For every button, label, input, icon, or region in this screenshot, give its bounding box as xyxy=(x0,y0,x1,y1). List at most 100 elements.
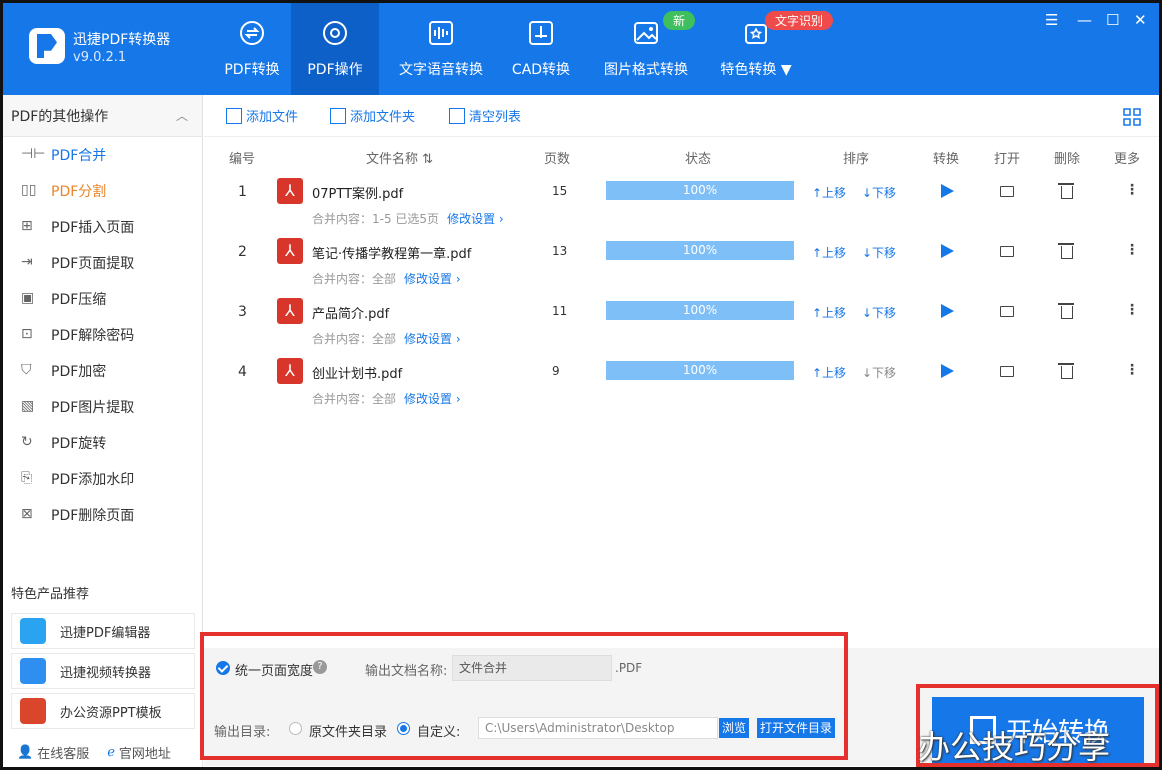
nav-label: 文字语音转换 xyxy=(399,62,483,78)
sidebar-item-pdf-delete-page[interactable]: ⊠ PDF删除页面 xyxy=(3,497,202,533)
clear-list-button[interactable]: 清空列表 xyxy=(449,106,521,125)
unify-width-checkbox[interactable] xyxy=(216,661,230,675)
voice-wave-icon xyxy=(429,21,453,45)
help-icon[interactable]: ? xyxy=(313,660,327,674)
ocr-badge: 文字识别 xyxy=(765,11,834,30)
move-down-button[interactable]: ↓下移 xyxy=(862,244,896,261)
move-down-button[interactable]: ↓下移 xyxy=(862,184,896,201)
output-path-input[interactable]: C:\Users\Administrator\Desktop xyxy=(478,717,718,739)
recommend-video-converter[interactable]: 迅捷视频转换器 xyxy=(11,653,195,689)
more-icon[interactable]: ⋮ xyxy=(1125,242,1139,258)
website-link[interactable]: 官网地址 xyxy=(119,743,171,762)
sidebar-item-pdf-unlock[interactable]: ⊡ PDF解除密码 xyxy=(3,317,202,353)
menu-icon[interactable]: ☰ xyxy=(1045,11,1058,29)
highlight-box-settings xyxy=(200,632,848,760)
open-dir-button[interactable]: 打开文件目录 xyxy=(757,718,836,738)
file-name: 创业计划书.pdf xyxy=(312,367,403,382)
nav-pdf-convert[interactable]: PDF转换 xyxy=(209,3,295,95)
add-file-button[interactable]: 添加文件 xyxy=(226,106,298,125)
page-count: 15 xyxy=(552,184,568,198)
sidebar-item-pdf-split[interactable]: ▯▯ PDF分割 xyxy=(3,173,202,209)
open-folder-icon[interactable] xyxy=(1000,366,1014,377)
row-number: 3 xyxy=(238,304,247,320)
col-header-num: 编号 xyxy=(229,152,256,167)
modify-settings-link[interactable]: 修改设置 › xyxy=(404,392,461,406)
grid-view-icon[interactable] xyxy=(1123,108,1141,126)
convert-play-icon[interactable] xyxy=(941,184,954,198)
nav-label: CAD转换 xyxy=(511,62,571,78)
output-name-input[interactable]: 文件合并 xyxy=(452,655,612,681)
ppt-template-icon xyxy=(20,698,46,724)
sidebar-item-pdf-extract[interactable]: ⇥ PDF页面提取 xyxy=(3,245,202,281)
move-up-button[interactable]: ↑上移 xyxy=(812,244,846,261)
watermark-text: 办公技巧分享 xyxy=(918,728,1111,766)
delete-trash-icon[interactable] xyxy=(1058,183,1074,199)
col-header-delete: 删除 xyxy=(1054,152,1081,167)
open-folder-icon[interactable] xyxy=(1000,246,1014,257)
source-folder-radio[interactable] xyxy=(289,722,302,735)
sidebar-item-pdf-merge[interactable]: ⊣⊢ PDF合并 xyxy=(3,137,202,173)
more-icon[interactable]: ⋮ xyxy=(1125,302,1139,318)
sidebar-item-pdf-encrypt[interactable]: ⛉ PDF加密 xyxy=(3,353,202,389)
chevron-up-icon: ︿ xyxy=(175,109,188,123)
recommend-title: 特色产品推荐 xyxy=(11,587,90,602)
sidebar-item-pdf-rotate[interactable]: ↻ PDF旋转 xyxy=(3,425,202,461)
move-up-button[interactable]: ↑上移 xyxy=(812,364,846,381)
nav-cad-convert[interactable]: CAD转换 xyxy=(503,3,579,95)
watermark-icon: ⎘ xyxy=(21,470,33,486)
modify-settings-link[interactable]: 修改设置 › xyxy=(404,272,461,286)
sidebar-item-pdf-insert[interactable]: ⊞ PDF插入页面 xyxy=(3,209,202,245)
more-icon[interactable]: ⋮ xyxy=(1125,362,1139,378)
minimize-icon[interactable]: — xyxy=(1077,11,1092,29)
delete-trash-icon[interactable] xyxy=(1058,363,1074,379)
nav-pdf-operate[interactable]: PDF操作 xyxy=(291,3,379,95)
trash-icon xyxy=(449,107,466,124)
sort-icon[interactable]: ⇅ xyxy=(422,152,433,167)
nav-label: PDF操作 xyxy=(307,62,363,78)
convert-play-icon[interactable] xyxy=(941,304,954,318)
move-up-button[interactable]: ↑上移 xyxy=(812,304,846,321)
convert-play-icon[interactable] xyxy=(941,244,954,258)
move-down-button[interactable]: ↓下移 xyxy=(862,364,896,381)
add-folder-button[interactable]: 添加文件夹 xyxy=(330,106,415,125)
col-header-pages: 页数 xyxy=(544,152,571,167)
sidebar-footer: 👤 在线客服 ℯ 官网地址 xyxy=(3,739,203,765)
convert-play-icon[interactable] xyxy=(941,364,954,378)
toolbar: 添加文件 添加文件夹 清空列表 xyxy=(204,95,1159,137)
close-icon[interactable]: ✕ xyxy=(1134,11,1147,29)
merge-icon: ⊣⊢ xyxy=(21,146,46,162)
modify-settings-link[interactable]: 修改设置 › xyxy=(447,212,504,226)
page-count: 13 xyxy=(552,244,568,258)
move-down-button[interactable]: ↓下移 xyxy=(862,304,896,321)
custom-dir-label: 自定义: xyxy=(417,725,461,740)
progress-bar: 100% xyxy=(606,181,794,200)
col-header-more: 更多 xyxy=(1114,152,1141,167)
custom-dir-radio[interactable] xyxy=(397,722,410,735)
merge-content: 合并内容：1-5 已选5页 修改设置 › xyxy=(312,212,504,226)
delete-trash-icon[interactable] xyxy=(1058,303,1074,319)
open-folder-icon[interactable] xyxy=(1000,306,1014,317)
modify-settings-link[interactable]: 修改设置 › xyxy=(404,332,461,346)
col-header-status: 状态 xyxy=(685,152,712,167)
col-header-name[interactable]: 文件名称 ⇅ xyxy=(366,148,433,167)
sidebar-item-pdf-compress[interactable]: ▣ PDF压缩 xyxy=(3,281,202,317)
pdf-file-icon: ⅄ xyxy=(277,298,303,324)
move-up-button[interactable]: ↑上移 xyxy=(812,184,846,201)
maximize-icon[interactable]: ☐ xyxy=(1106,11,1119,29)
extract-page-icon: ⇥ xyxy=(21,254,33,270)
open-folder-icon[interactable] xyxy=(1000,186,1014,197)
recommend-ppt-template[interactable]: 办公资源PPT模板 xyxy=(11,693,195,729)
online-service-link[interactable]: 在线客服 xyxy=(37,743,89,762)
sidebar-title[interactable]: PDF的其他操作 ︿ xyxy=(3,95,202,137)
more-icon[interactable]: ⋮ xyxy=(1125,182,1139,198)
browse-button[interactable]: 浏览 xyxy=(719,718,750,738)
sidebar-item-pdf-image-extract[interactable]: ▧ PDF图片提取 xyxy=(3,389,202,425)
delete-trash-icon[interactable] xyxy=(1058,243,1074,259)
sidebar-item-pdf-watermark[interactable]: ⎘ PDF添加水印 xyxy=(3,461,202,497)
nav-voice-convert[interactable]: 文字语音转换 xyxy=(391,3,491,95)
output-name-label: 输出文档名称: xyxy=(365,664,448,679)
row-number: 1 xyxy=(238,184,247,200)
file-name: 产品简介.pdf xyxy=(312,307,390,322)
progress-bar: 100% xyxy=(606,301,794,320)
recommend-pdf-editor[interactable]: 迅捷PDF编辑器 xyxy=(11,613,195,649)
